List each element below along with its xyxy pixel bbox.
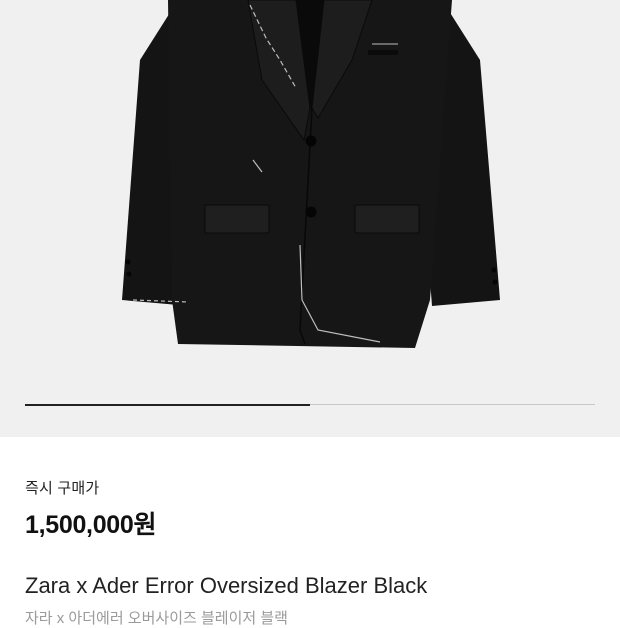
price-label: 즉시 구매가 [25,480,100,497]
image-pager-fill [25,403,310,406]
image-pager-track [25,403,595,406]
button-bottom [305,206,317,218]
product-title: Zara x Ader Error Oversized Blazer Black [25,573,428,598]
product-image[interactable] [0,0,620,437]
product-subtitle: 자라 x 아더에러 오버사이즈 블레이저 블랙 [25,610,288,627]
price-value: 1,500,000원 [25,511,157,539]
blazer-illustration [122,0,500,348]
button-top [305,135,317,147]
